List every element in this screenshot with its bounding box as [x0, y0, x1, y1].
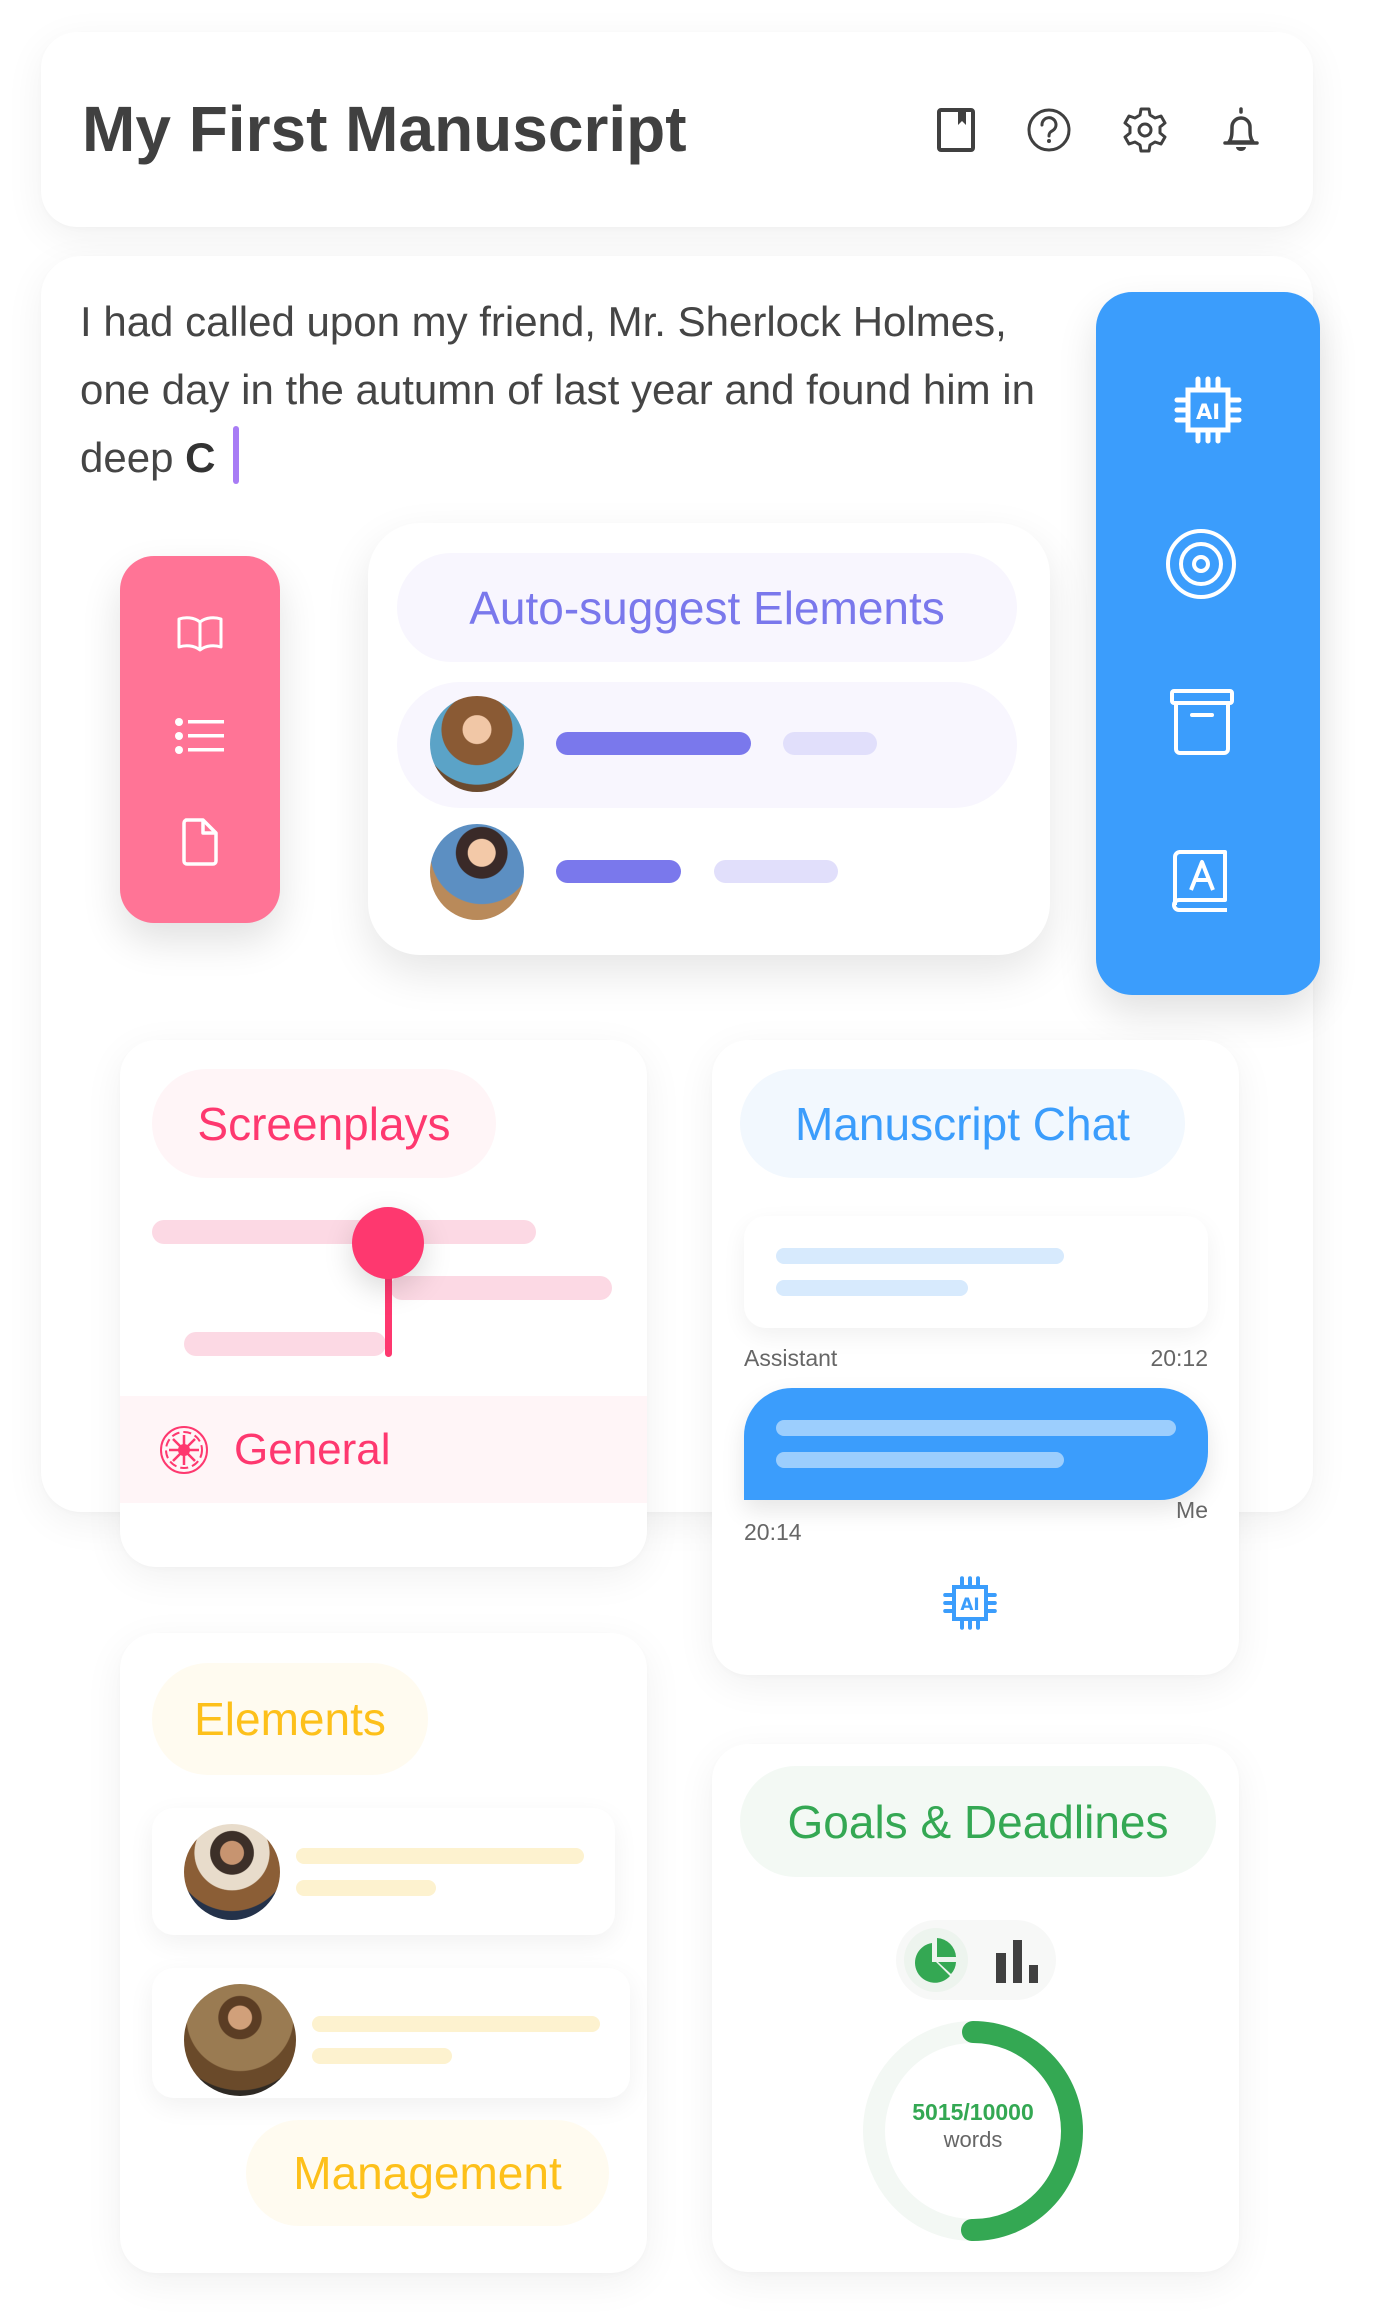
typed-character: C [185, 434, 216, 481]
book-open-icon[interactable] [170, 610, 230, 656]
pie-chart-icon[interactable] [910, 1934, 962, 1986]
element-name-placeholder [296, 1848, 584, 1864]
settings-icon[interactable] [1117, 100, 1173, 160]
element-name-placeholder [312, 2016, 600, 2032]
detective-woman-avatar[interactable] [430, 696, 524, 792]
goals-title: Goals & Deadlines [740, 1766, 1216, 1877]
word-count-unit: words [943, 2127, 1003, 2152]
archive-icon[interactable] [1170, 688, 1234, 756]
message-text-placeholder [776, 1420, 1176, 1436]
user-message-bubble [744, 1388, 1208, 1500]
glamour-woman-avatar[interactable] [430, 824, 524, 920]
element-detail-placeholder [312, 2048, 452, 2064]
auto-suggest-title: Auto-suggest Elements [397, 553, 1017, 662]
suggestion-detail-placeholder [714, 860, 838, 883]
word-count-label: 5015/10000 [912, 2099, 1034, 2125]
user-timestamp: 20:14 [744, 1519, 802, 1545]
help-icon[interactable] [1021, 100, 1077, 160]
dictionary-icon[interactable] [1170, 850, 1232, 916]
bar-chart-icon[interactable] [994, 1938, 1040, 1984]
target-icon[interactable] [1164, 528, 1238, 600]
assistant-timestamp: 20:12 [1150, 1345, 1208, 1371]
screenplays-title: Screenplays [152, 1069, 496, 1178]
queen-avatar[interactable] [184, 1984, 296, 2096]
elements-title: Elements [152, 1663, 428, 1775]
bookmark-icon[interactable] [928, 100, 984, 160]
timeline-track [152, 1220, 536, 1244]
svg-text:AI: AI [1196, 400, 1220, 424]
ai-assistant-icon[interactable]: AI [941, 1574, 999, 1632]
notification-icon[interactable] [1213, 100, 1269, 160]
category-emblem-icon [158, 1424, 210, 1476]
message-text-placeholder [776, 1248, 1064, 1264]
message-text-placeholder [776, 1452, 1064, 1468]
suggestion-detail-placeholder [783, 732, 877, 755]
suggestion-name-placeholder [556, 860, 681, 883]
manuscript-text: I had called upon my friend, Mr. Sherloc… [80, 298, 1035, 481]
king-avatar[interactable] [184, 1824, 280, 1920]
manuscript-text-area[interactable]: I had called upon my friend, Mr. Sherloc… [80, 288, 1040, 492]
timeline-playhead-handle[interactable] [352, 1207, 424, 1279]
assistant-sender-label: Assistant [744, 1345, 838, 1371]
ai-chip-icon[interactable]: AI [1172, 374, 1244, 446]
user-sender-label: Me [1176, 1497, 1208, 1523]
assistant-message-bubble [744, 1216, 1208, 1328]
element-detail-placeholder [296, 1880, 436, 1896]
timeline-track [184, 1332, 386, 1356]
manuscript-title: My First Manuscript [82, 93, 687, 165]
timeline-track [390, 1276, 612, 1300]
chat-title: Manuscript Chat [740, 1069, 1185, 1178]
text-caret [233, 426, 240, 484]
list-icon[interactable] [170, 714, 230, 758]
suggestion-name-placeholder [556, 732, 751, 755]
category-label: General [234, 1425, 391, 1474]
file-icon[interactable] [174, 816, 226, 868]
management-title: Management [246, 2120, 609, 2226]
svg-text:AI: AI [960, 1594, 979, 1614]
message-text-placeholder [776, 1280, 968, 1296]
